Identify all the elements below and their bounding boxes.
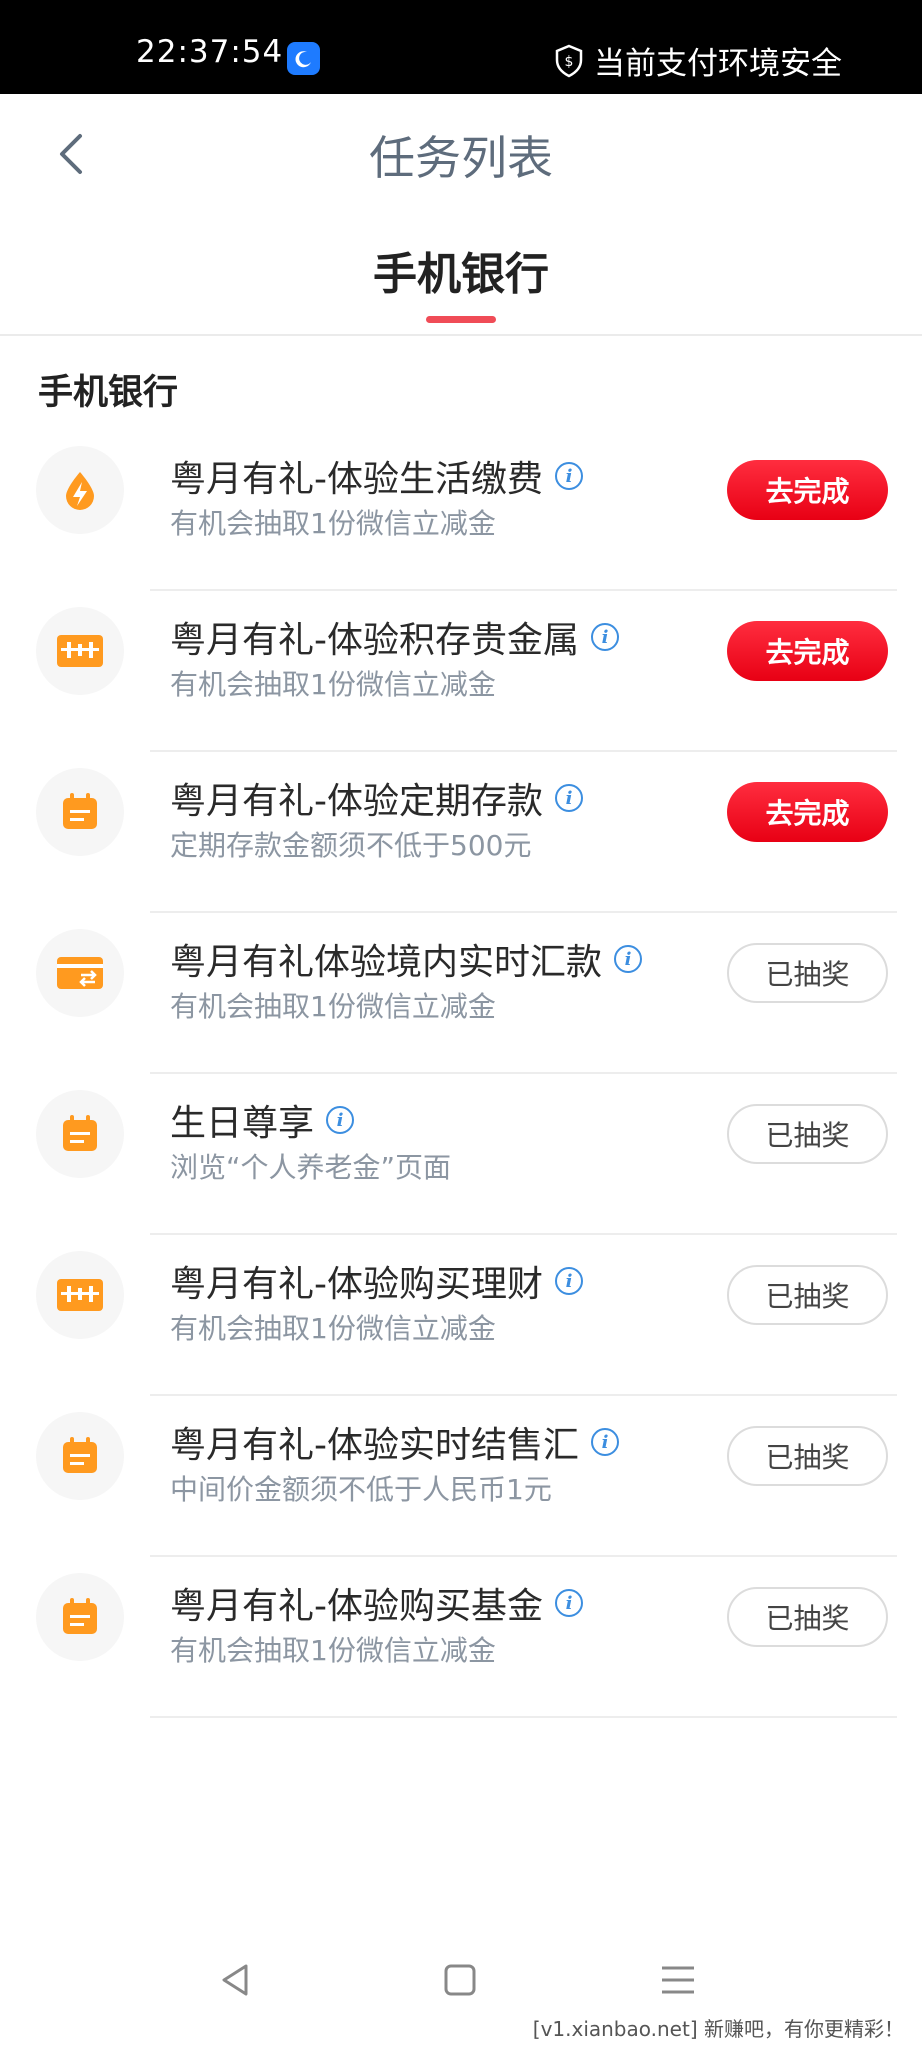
- shield-dollar-icon: $: [555, 44, 583, 77]
- calendar-icon: [36, 1090, 124, 1178]
- task-title: 粤月有礼-体验生活缴费: [170, 459, 543, 500]
- info-icon[interactable]: i: [326, 1106, 355, 1134]
- task-title: 生日尊享: [170, 1103, 315, 1144]
- drawn-status-button[interactable]: 已抽奖: [727, 943, 888, 1003]
- info-icon[interactable]: i: [555, 784, 583, 812]
- info-icon[interactable]: i: [555, 462, 583, 490]
- task-item[interactable]: 生日尊享 i 浏览“个人养老金”页面 已抽奖: [0, 1074, 922, 1235]
- nav-home-icon[interactable]: [440, 1960, 480, 2000]
- drawn-status-button[interactable]: 已抽奖: [727, 1104, 888, 1164]
- task-subtitle: 有机会抽取1份微信立减金: [170, 668, 496, 701]
- info-icon[interactable]: i: [591, 1428, 619, 1456]
- lightning-drop-icon: [36, 446, 124, 534]
- task-title-row: 粤月有礼-体验购买理财 i: [170, 1255, 583, 1307]
- tab-bar: 手机银行: [0, 210, 922, 336]
- calendar-icon: [36, 768, 124, 856]
- task-subtitle: 有机会抽取1份微信立减金: [170, 1312, 496, 1345]
- drawn-status-button[interactable]: 已抽奖: [727, 1426, 888, 1486]
- task-list: 粤月有礼-体验生活缴费 i 有机会抽取1份微信立减金 去完成 粤月有礼-体验积存贵金属 i…: [0, 430, 922, 1718]
- info-icon[interactable]: i: [591, 623, 619, 651]
- drawn-status-button[interactable]: 已抽奖: [727, 1265, 888, 1325]
- divider: [150, 1716, 897, 1718]
- task-title: 粤月有礼体验境内实时汇款: [170, 942, 603, 983]
- gold-bar-icon: [36, 607, 124, 695]
- nav-back-icon[interactable]: [216, 1960, 256, 2000]
- task-subtitle: 浏览“个人养老金”页面: [170, 1151, 452, 1184]
- task-title: 粤月有礼-体验定期存款: [170, 781, 543, 822]
- task-title: 粤月有礼-体验积存贵金属: [170, 620, 579, 661]
- task-item[interactable]: 粤月有礼体验境内实时汇款 i 有机会抽取1份微信立减金 已抽奖: [0, 913, 922, 1074]
- tab-mobile-banking[interactable]: 手机银行: [0, 238, 922, 302]
- transfer-card-icon: [36, 929, 124, 1017]
- nav-menu-icon[interactable]: [658, 1960, 698, 2000]
- nav-bar: 任务列表: [0, 94, 922, 210]
- security-text: 当前支付环境安全: [594, 46, 842, 82]
- tab-active-indicator: [426, 316, 496, 323]
- watermark-text: [v1.xianbao.net] 新赚吧，有你更精彩！: [528, 2011, 908, 2044]
- task-subtitle: 有机会抽取1份微信立减金: [170, 990, 496, 1023]
- info-icon[interactable]: i: [614, 945, 643, 973]
- status-time: 22:37:54: [136, 34, 284, 70]
- task-title: 粤月有礼-体验购买基金: [170, 1586, 543, 1627]
- task-item[interactable]: 粤月有礼-体验定期存款 i 定期存款金额须不低于500元 去完成: [0, 752, 922, 913]
- task-subtitle: 有机会抽取1份微信立减金: [170, 507, 496, 540]
- task-title-row: 粤月有礼-体验积存贵金属 i: [170, 611, 619, 663]
- payment-security-status: $ 当前支付环境安全: [554, 38, 842, 83]
- task-title: 粤月有礼-体验购买理财: [170, 1264, 543, 1305]
- task-item[interactable]: 粤月有礼-体验实时结售汇 i 中间价金额须不低于人民币1元 已抽奖: [0, 1396, 922, 1557]
- complete-task-button[interactable]: 去完成: [727, 460, 888, 520]
- info-icon[interactable]: i: [555, 1267, 583, 1295]
- task-title-row: 粤月有礼-体验实时结售汇 i: [170, 1416, 619, 1468]
- calendar-icon: [36, 1412, 124, 1500]
- info-icon[interactable]: i: [555, 1589, 583, 1617]
- task-title-row: 粤月有礼-体验定期存款 i: [170, 772, 583, 824]
- task-title: 粤月有礼-体验实时结售汇: [170, 1425, 579, 1466]
- task-item[interactable]: 粤月有礼-体验积存贵金属 i 有机会抽取1份微信立减金 去完成: [0, 591, 922, 752]
- moon-icon: [287, 42, 320, 75]
- gold-bar-icon: [36, 1251, 124, 1339]
- drawn-status-button[interactable]: 已抽奖: [727, 1587, 888, 1647]
- task-item[interactable]: 粤月有礼-体验生活缴费 i 有机会抽取1份微信立减金 去完成: [0, 430, 922, 591]
- svg-text:$: $: [565, 54, 574, 70]
- complete-task-button[interactable]: 去完成: [727, 621, 888, 681]
- section-title: 手机银行: [38, 373, 179, 413]
- calendar-icon: [36, 1573, 124, 1661]
- task-subtitle: 中间价金额须不低于人民币1元: [170, 1473, 552, 1506]
- complete-task-button[interactable]: 去完成: [727, 782, 888, 842]
- task-subtitle: 定期存款金额须不低于500元: [170, 829, 532, 862]
- page-title: 任务列表: [369, 131, 553, 185]
- task-item[interactable]: 粤月有礼-体验购买理财 i 有机会抽取1份微信立减金 已抽奖: [0, 1235, 922, 1396]
- task-title-row: 生日尊享 i: [170, 1094, 355, 1146]
- task-item[interactable]: 粤月有礼-体验购买基金 i 有机会抽取1份微信立减金 已抽奖: [0, 1557, 922, 1718]
- task-title-row: 粤月有礼-体验生活缴费 i: [170, 450, 583, 502]
- status-bar: 22:37:54 $ 当前支付环境安全: [0, 0, 922, 94]
- task-title-row: 粤月有礼-体验购买基金 i: [170, 1577, 583, 1629]
- task-subtitle: 有机会抽取1份微信立减金: [170, 1634, 496, 1667]
- task-title-row: 粤月有礼体验境内实时汇款 i: [170, 933, 643, 985]
